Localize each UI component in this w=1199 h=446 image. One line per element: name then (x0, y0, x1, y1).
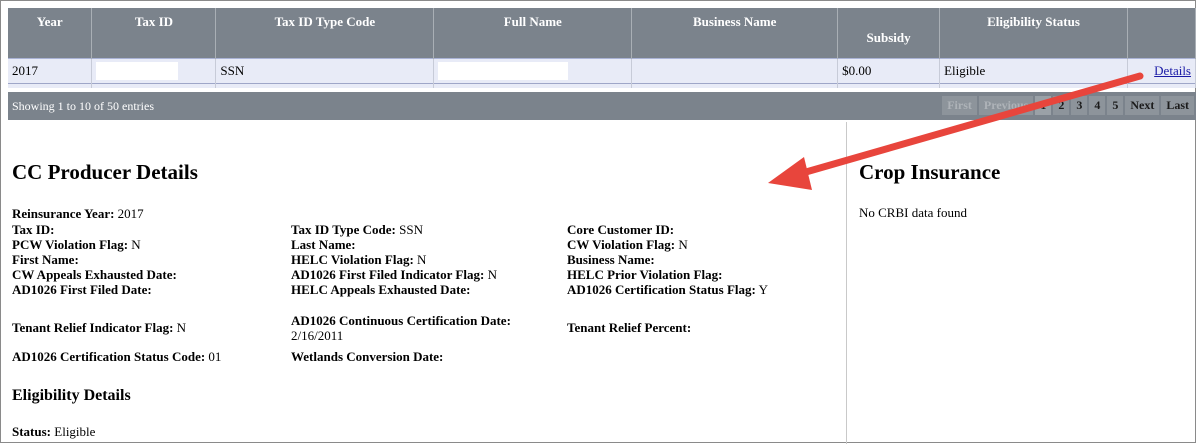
field-label: Wetlands Conversion Date: (291, 349, 444, 364)
col-header-tax-id[interactable]: Tax ID (91, 8, 217, 59)
field-value: N (487, 267, 497, 282)
producer-details-title: CC Producer Details (12, 160, 198, 184)
field-value: Y (758, 282, 769, 297)
field-value: 2017 (117, 206, 144, 221)
col-header-year[interactable]: Year (8, 8, 93, 59)
field-label: AD1026 First Filed Indicator Flag: (291, 267, 485, 282)
field-wetlands-conversion-date: Wetlands Conversion Date: (291, 349, 443, 364)
cell-tax-id (91, 58, 217, 84)
field-label: AD1026 First Filed Date: (12, 282, 152, 297)
field-value: N (131, 237, 141, 252)
field-core-customer-id: Core Customer ID: (567, 222, 674, 237)
field-value: N (678, 237, 688, 252)
field-eligibility-status: Status: Eligible (12, 424, 95, 439)
field-label: Core Customer ID: (567, 222, 675, 237)
field-label: Reinsurance Year: (12, 206, 115, 221)
field-ad1026-first-filed-indicator-flag: AD1026 First Filed Indicator Flag: N (291, 267, 497, 282)
cell-full-name (433, 58, 633, 84)
field-label: Tax ID Type Code: (291, 222, 396, 237)
field-ad1026-first-filed-date: AD1026 First Filed Date: (12, 282, 152, 297)
cell-tax-id-type: SSN (215, 58, 435, 84)
field-tenant-relief-indicator-flag: Tenant Relief Indicator Flag: N (12, 320, 186, 335)
field-label: HELC Violation Flag: (291, 252, 414, 267)
pager-page-4-button[interactable]: 4 (1089, 96, 1106, 115)
cell-year: 2017 (8, 58, 93, 84)
pager-first-button[interactable]: First (942, 96, 977, 115)
table-header-row: Year Tax ID Tax ID Type Code Full Name B… (8, 8, 1197, 59)
redacted-full-name (438, 62, 569, 80)
pager-previous-button[interactable]: Previous (978, 96, 1034, 115)
field-label: Tax ID: (12, 222, 55, 237)
field-reinsurance-year: Reinsurance Year: 2017 (12, 206, 144, 221)
field-label: Business Name: (567, 252, 655, 267)
field-ad1026-continuous-cert-date: AD1026 Continuous Certification Date: 2/1… (291, 313, 561, 343)
col-header-full-name[interactable]: Full Name (433, 8, 633, 59)
field-label: Tenant Relief Indicator Flag: (12, 320, 174, 335)
field-first-name: First Name: (12, 252, 79, 267)
field-label: AD1026 Certification Status Code: (12, 349, 206, 364)
field-label: Last Name: (291, 237, 356, 252)
entries-info: Showing 1 to 10 of 50 entries (12, 99, 154, 113)
cell-eligibility-status: Eligible (939, 58, 1128, 84)
field-label: CW Violation Flag: (567, 237, 676, 252)
pager-last-button[interactable]: Last (1161, 96, 1194, 115)
table-row-partial (8, 83, 1197, 88)
field-cw-appeals-exhausted-date: CW Appeals Exhausted Date: (12, 267, 177, 282)
column-divider (846, 122, 847, 444)
cell-details: Details (1127, 58, 1197, 84)
field-label: HELC Appeals Exhausted Date: (291, 282, 471, 297)
pager-page-1-button[interactable]: 1 (1035, 96, 1052, 115)
field-value: Eligible (54, 424, 96, 439)
field-tax-id: Tax ID: (12, 222, 55, 237)
table-row[interactable]: 2017 SSN $0.00 Eligible Details (8, 58, 1197, 84)
cell-subsidy: $0.00 (837, 58, 941, 84)
field-pcw-violation-flag: PCW Violation Flag: N (12, 237, 141, 252)
field-tax-id-type-code: Tax ID Type Code: SSN (291, 222, 423, 237)
field-value: SSN (399, 222, 423, 237)
field-label: Tenant Relief Percent: (567, 320, 692, 335)
field-cw-violation-flag: CW Violation Flag: N (567, 237, 688, 252)
pager-page-3-button[interactable]: 3 (1071, 96, 1088, 115)
field-label: CW Appeals Exhausted Date: (12, 267, 177, 282)
col-header-eligibility[interactable]: Eligibility Status (939, 8, 1128, 59)
field-label: AD1026 Continuous Certification Date: (291, 313, 511, 328)
field-helc-violation-flag: HELC Violation Flag: N (291, 252, 426, 267)
field-helc-prior-violation-flag: HELC Prior Violation Flag: (567, 267, 722, 282)
field-tenant-relief-percent: Tenant Relief Percent: (567, 320, 691, 335)
field-value: N (176, 320, 187, 335)
field-label: PCW Violation Flag: (12, 237, 129, 252)
field-ad1026-cert-status-flag: AD1026 Certification Status Flag: Y (567, 282, 768, 297)
col-header-subsidy[interactable]: Subsidy (837, 8, 941, 59)
eligibility-details-title: Eligibility Details (12, 387, 131, 404)
results-table: Year Tax ID Tax ID Type Code Full Name B… (8, 8, 1197, 88)
field-value: N (417, 252, 427, 267)
field-label: HELC Prior Violation Flag: (567, 267, 723, 282)
pagination-buttons: First Previous 1 2 3 4 5 Next Last (942, 96, 1194, 115)
field-value: 01 (208, 349, 222, 364)
cell-business-name (631, 58, 839, 84)
pagination-bar: Showing 1 to 10 of 50 entries First Prev… (8, 92, 1196, 120)
field-business-name: Business Name: (567, 252, 655, 267)
pager-next-button[interactable]: Next (1125, 96, 1160, 115)
field-ad1026-cert-status-code: AD1026 Certification Status Code: 01 (12, 349, 221, 364)
col-header-tax-id-type[interactable]: Tax ID Type Code (215, 8, 435, 59)
field-last-name: Last Name: (291, 237, 356, 252)
col-header-business-name[interactable]: Business Name (631, 8, 839, 59)
field-label: Status: (12, 424, 52, 439)
field-label: First Name: (12, 252, 79, 267)
details-link[interactable]: Details (1154, 63, 1191, 78)
crop-insurance-message: No CRBI data found (859, 205, 967, 220)
pager-page-5-button[interactable]: 5 (1107, 96, 1124, 115)
col-header-actions (1127, 8, 1197, 59)
field-helc-appeals-exhausted-date: HELC Appeals Exhausted Date: (291, 282, 471, 297)
redacted-tax-id (96, 62, 179, 80)
field-value: 2/16/2011 (291, 328, 344, 343)
crop-insurance-title: Crop Insurance (859, 160, 1001, 184)
pager-page-2-button[interactable]: 2 (1053, 96, 1070, 115)
field-label: AD1026 Certification Status Flag: (567, 282, 756, 297)
